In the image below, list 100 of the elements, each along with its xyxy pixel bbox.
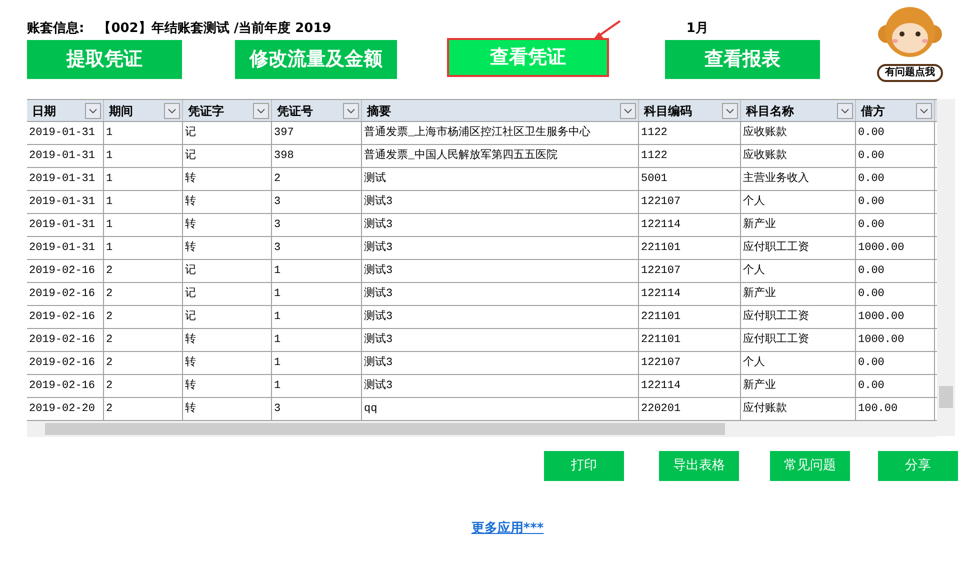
table-cell: 应付职工工资 [741, 306, 856, 328]
table-cell: 记 [183, 145, 272, 167]
table-cell: 3 [272, 398, 362, 420]
table-cell: 新产业 [741, 283, 856, 305]
table-cell: 2 [104, 260, 183, 282]
table-cell: 测试3 [362, 329, 639, 351]
horizontal-scrollbar[interactable] [27, 421, 937, 437]
vertical-scrollbar[interactable] [937, 99, 955, 436]
table-cell: 3 [272, 214, 362, 236]
table-cell: 2019-01-31 [27, 145, 104, 167]
table-cell: 1 [104, 122, 183, 144]
table-cell: 普通发票_中国人民解放军第四五五医院 [362, 145, 639, 167]
table-cell: 100.00 [856, 398, 935, 420]
table-cell: 1 [104, 191, 183, 213]
table-cell: 测试3 [362, 260, 639, 282]
table-cell: 122114 [639, 214, 741, 236]
column-header[interactable]: 期间 [104, 100, 183, 121]
account-label: 账套信息: [27, 20, 84, 38]
table-cell: 397 [272, 122, 362, 144]
table-cell: 2 [272, 168, 362, 190]
table-cell: 1000.00 [856, 237, 935, 259]
table-cell: 122107 [639, 260, 741, 282]
table-cell: 122107 [639, 352, 741, 374]
table-cell: 0.00 [856, 260, 935, 282]
table-cell: 1000.00 [856, 329, 935, 351]
table-cell: 0.00 [856, 283, 935, 305]
table-cell: 1 [272, 329, 362, 351]
table-cell: 1 [104, 214, 183, 236]
table-cell: 0.00 [856, 352, 935, 374]
table-cell: 220201 [639, 398, 741, 420]
table-cell: 新产业 [741, 375, 856, 397]
dropdown-icon[interactable] [85, 102, 101, 118]
table-cell: 转 [183, 214, 272, 236]
table-cell: 应付职工工资 [741, 329, 856, 351]
table-cell: 测试 [362, 168, 639, 190]
table-cell: 应收账款 [741, 122, 856, 144]
table-cell: 记 [183, 283, 272, 305]
table-cell: 1 [104, 237, 183, 259]
table-cell: 0.00 [856, 214, 935, 236]
table-cell: 122107 [639, 191, 741, 213]
table-cell: 0.00 [856, 375, 935, 397]
column-header[interactable]: 凭证号 [272, 100, 362, 121]
table-cell: 转 [183, 375, 272, 397]
table-cell: 2019-02-16 [27, 260, 104, 282]
table-cell: 2019-01-31 [27, 214, 104, 236]
table-cell: 转 [183, 168, 272, 190]
table-cell: 2 [104, 398, 183, 420]
table-cell: 2019-02-20 [27, 398, 104, 420]
table-cell: 1 [272, 260, 362, 282]
table-cell: 0.00 [856, 145, 935, 167]
table-cell: 5001 [639, 168, 741, 190]
column-header[interactable]: 凭证字 [183, 100, 272, 121]
column-header[interactable]: 摘要 [362, 100, 639, 121]
table-cell: 2 [104, 375, 183, 397]
table-cell: 记 [183, 260, 272, 282]
table-cell: 2019-02-16 [27, 329, 104, 351]
table-cell: 2 [104, 306, 183, 328]
table-cell: 测试3 [362, 191, 639, 213]
table-cell: 测试3 [362, 214, 639, 236]
table-cell: 3 [272, 191, 362, 213]
table-cell: 测试3 [362, 283, 639, 305]
table-cell: 0.00 [856, 122, 935, 144]
table-cell: 221101 [639, 329, 741, 351]
table-cell: 221101 [639, 237, 741, 259]
table-cell: 2 [104, 329, 183, 351]
table-cell: 3 [272, 237, 362, 259]
account-info: 【002】年结账套测试 /当前年度 2019 [98, 20, 332, 38]
table-cell: 应付职工工资 [741, 237, 856, 259]
table-cell: 2019-01-31 [27, 122, 104, 144]
table-cell: 122114 [639, 283, 741, 305]
table-cell: 398 [272, 145, 362, 167]
table-cell: 2019-02-16 [27, 375, 104, 397]
dropdown-icon[interactable] [620, 102, 636, 118]
help-button[interactable]: 有问题点我 [877, 64, 943, 82]
table-cell: 转 [183, 352, 272, 374]
table-cell: 1000.00 [856, 306, 935, 328]
table-cell: 测试3 [362, 306, 639, 328]
table-cell: 新产业 [741, 214, 856, 236]
table-cell: 221101 [639, 306, 741, 328]
column-header[interactable]: 科目名称 [741, 100, 856, 121]
dropdown-icon[interactable] [916, 102, 932, 118]
table-cell: 测试3 [362, 237, 639, 259]
more-apps-link[interactable]: 更多应用*** [471, 519, 544, 538]
column-header[interactable]: 日期 [27, 100, 104, 121]
column-header[interactable]: 科目编码 [639, 100, 741, 121]
dropdown-icon[interactable] [343, 102, 359, 118]
table-cell: 1 [272, 375, 362, 397]
table-cell: 2019-02-16 [27, 306, 104, 328]
dropdown-icon[interactable] [722, 102, 738, 118]
table-cell: 转 [183, 329, 272, 351]
dropdown-icon[interactable] [837, 102, 853, 118]
table-cell: 转 [183, 237, 272, 259]
dropdown-icon[interactable] [164, 102, 180, 118]
table-cell: 个人 [741, 352, 856, 374]
table-cell: 122114 [639, 375, 741, 397]
column-header[interactable]: 借方 [856, 100, 935, 121]
table-cell: 个人 [741, 260, 856, 282]
table-cell: 2019-02-16 [27, 283, 104, 305]
dropdown-icon[interactable] [253, 102, 269, 118]
table-cell: 0.00 [856, 168, 935, 190]
